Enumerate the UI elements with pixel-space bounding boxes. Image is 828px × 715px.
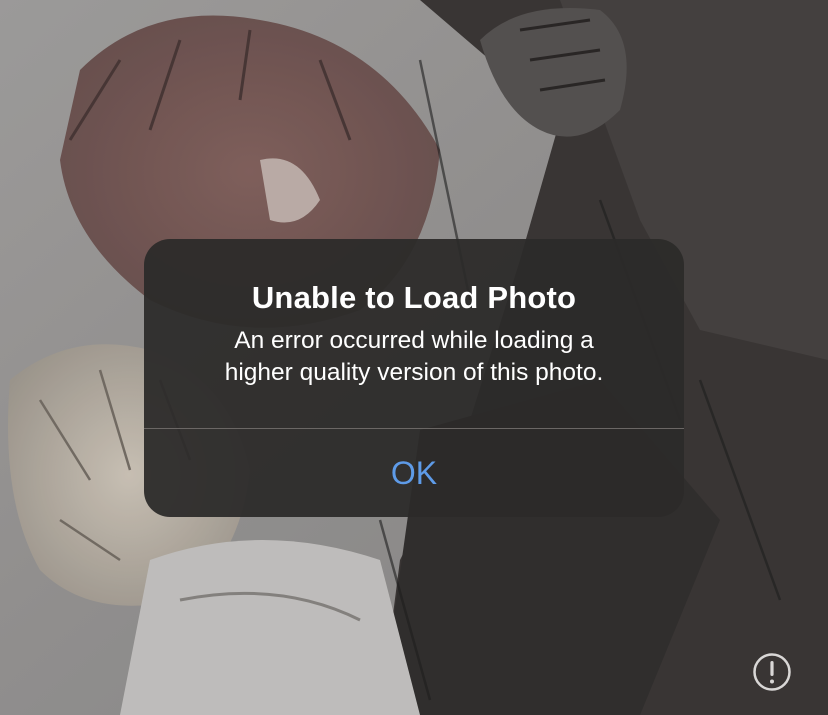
alert-title: Unable to Load Photo	[251, 280, 577, 315]
alert-message-line-1: An error occurred while loading a	[234, 327, 594, 354]
exclamation-circle-icon[interactable]	[752, 652, 792, 692]
error-alert-dialog: Unable to Load Photo An error occurred w…	[144, 239, 684, 517]
ok-button[interactable]: OK	[144, 429, 684, 517]
alert-message: An error occurred while loading a higher…	[174, 325, 654, 389]
alert-message-line-2: higher quality version of this photo.	[224, 359, 604, 386]
